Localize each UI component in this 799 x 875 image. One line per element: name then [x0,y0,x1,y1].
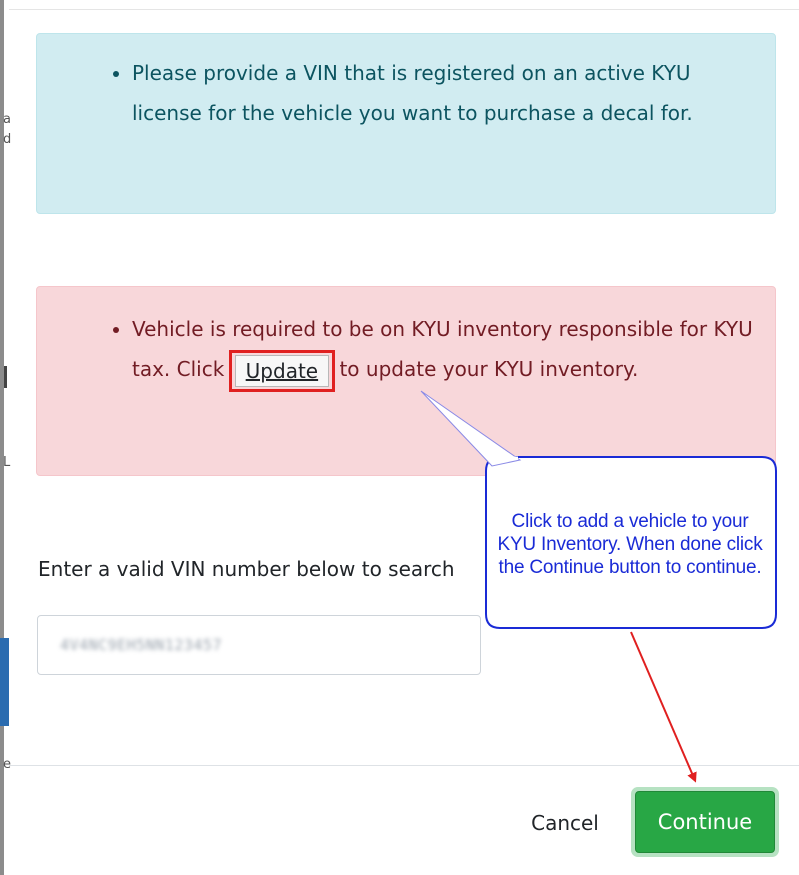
callout-arrow [630,631,697,783]
callout-pointer [420,390,522,467]
callout-annotation [420,390,777,783]
callout-text: Click to add a vehicle to your KYU Inven… [497,510,763,578]
